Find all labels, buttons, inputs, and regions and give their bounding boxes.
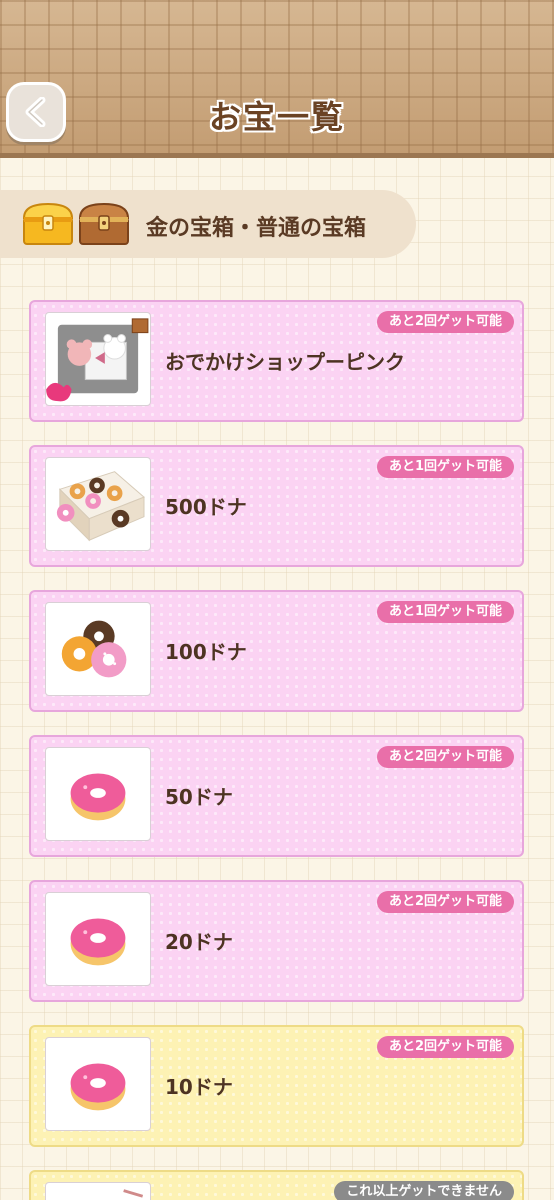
section-title: 金の宝箱・普通の宝箱 xyxy=(146,216,367,241)
item-thumbnail xyxy=(45,1182,151,1200)
treasure-item[interactable]: あと2回ゲット可能 50ドナ xyxy=(29,735,524,857)
item-thumbnail xyxy=(45,457,151,551)
treasure-item[interactable]: あと1回ゲット可能 100ドナ xyxy=(29,590,524,712)
item-thumbnail xyxy=(45,747,151,841)
treasure-item[interactable]: これ以上ゲットできません xyxy=(29,1170,524,1200)
remaining-count-badge: あと2回ゲット可能 xyxy=(376,311,514,333)
remaining-count-badge: あと2回ゲット可能 xyxy=(376,891,514,913)
treasure-item[interactable]: あと1回ゲット可能 500ドナ xyxy=(29,445,524,567)
header-bar: お宝一覧 xyxy=(0,0,554,158)
donut-icon xyxy=(70,773,126,821)
remaining-count-badge: あと2回ゲット可能 xyxy=(376,746,514,768)
unavailable-badge: これ以上ゲットできません xyxy=(334,1181,514,1200)
remaining-count-badge: あと1回ゲット可能 xyxy=(376,601,514,623)
section-banner: 金の宝箱・普通の宝箱 xyxy=(0,190,416,258)
shop-bag-icon xyxy=(46,318,149,402)
partial-item-icon xyxy=(123,1189,144,1198)
donut-box-icon xyxy=(56,471,145,542)
item-thumbnail xyxy=(45,1037,151,1131)
item-name: 50ドナ xyxy=(165,785,233,809)
brown-chest-icon xyxy=(78,202,130,245)
treasure-item[interactable]: あと2回ゲット可能 20ドナ xyxy=(29,880,524,1002)
remaining-count-badge: あと1回ゲット可能 xyxy=(376,456,514,478)
item-name: 100ドナ xyxy=(165,640,247,664)
treasure-item[interactable]: あと2回ゲット可能 10ドナ xyxy=(29,1025,524,1147)
donut-icon xyxy=(70,918,126,966)
gold-chest-icon xyxy=(22,202,74,245)
item-name: 500ドナ xyxy=(165,495,247,519)
donut-pile-icon xyxy=(61,620,127,678)
page-title: お宝一覧 xyxy=(208,98,345,136)
item-name: おでかけショップーピンク xyxy=(165,350,405,374)
item-thumbnail xyxy=(45,312,151,406)
item-name: 10ドナ xyxy=(165,1075,233,1099)
item-thumbnail xyxy=(45,892,151,986)
remaining-count-badge: あと2回ゲット可能 xyxy=(376,1036,514,1058)
donut-icon xyxy=(70,1063,126,1111)
item-thumbnail xyxy=(45,602,151,696)
item-name: 20ドナ xyxy=(165,930,233,954)
treasure-item[interactable]: あと2回ゲット可能 おでかけショップーピンク xyxy=(29,300,524,422)
